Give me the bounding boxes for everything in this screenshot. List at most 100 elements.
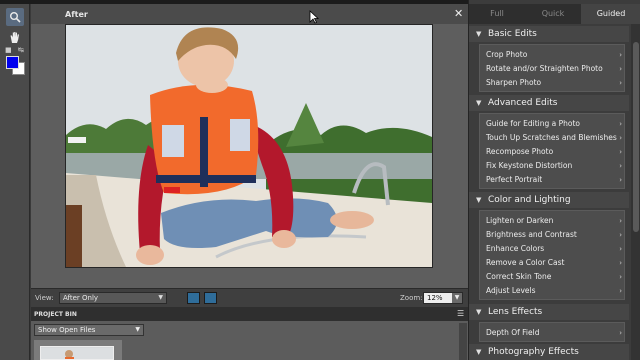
chevron-right-icon: › [619, 259, 622, 267]
guided-item-correct-skin-tone[interactable]: Correct Skin Tone › [486, 270, 622, 284]
item-label: Brightness and Contrast [486, 230, 577, 239]
sync-view-button[interactable] [187, 292, 200, 304]
photo-canvas[interactable] [65, 24, 433, 268]
default-colors-icon[interactable]: ■ [5, 46, 13, 54]
item-label: Remove a Color Cast [486, 258, 565, 267]
tab-quick[interactable]: Quick [525, 4, 581, 24]
basic-edits-list: Crop Photo › Rotate and/or Straighten Pho… [479, 44, 625, 92]
panel-menu-icon[interactable]: ☰ [457, 309, 464, 318]
view-mode-value: After Only [63, 294, 99, 302]
scrollbar-thumb[interactable] [633, 42, 639, 232]
guided-item-depth-of-field[interactable]: Depth Of Field › [486, 326, 622, 340]
project-bin-title: PROJECT BIN [34, 311, 77, 318]
chevron-right-icon: › [619, 65, 622, 73]
guided-item-brightness-contrast[interactable]: Brightness and Contrast › [486, 228, 622, 242]
guided-item-crop-photo[interactable]: Crop Photo › [486, 48, 622, 62]
toolbox: ■ ↹ [0, 4, 30, 360]
hand-tool-button[interactable] [6, 28, 24, 46]
photo-thumbnail[interactable] [40, 346, 114, 360]
chevron-down-icon: ▼ [452, 293, 462, 303]
hand-icon [10, 31, 19, 43]
chevron-right-icon: › [619, 134, 622, 142]
close-icon[interactable]: ✕ [454, 7, 463, 20]
thumbnail-image [41, 348, 113, 359]
item-label: Touch Up Scratches and Blemishes [486, 133, 617, 142]
show-files-select[interactable]: Show Open Files ▼ [34, 324, 144, 336]
view-mode-select[interactable]: After Only ▼ [59, 292, 167, 304]
photo-image [66, 25, 432, 267]
expand-triangle-icon: ▼ [476, 99, 482, 107]
chevron-right-icon: › [619, 120, 622, 128]
tab-guided[interactable]: Guided [581, 4, 640, 24]
guided-item-lighten-darken[interactable]: Lighten or Darken › [486, 214, 622, 228]
lens-effects-list: Depth Of Field › [479, 322, 625, 342]
chevron-right-icon: › [619, 51, 622, 59]
chevron-right-icon: › [619, 148, 622, 156]
color-lighting-list: Lighten or Darken › Brightness and Contra… [479, 210, 625, 300]
section-lens-effects[interactable]: ▼ Lens Effects [469, 304, 629, 320]
expand-triangle-icon: ▼ [476, 308, 482, 316]
view-bar: View: After Only ▼ Zoom: 12% ▼ [31, 288, 468, 307]
zoom-tool-button[interactable] [6, 8, 24, 26]
item-label: Fix Keystone Distortion [486, 161, 573, 170]
item-label: Depth Of Field [486, 328, 540, 337]
chevron-right-icon: › [619, 176, 622, 184]
chevron-right-icon: › [619, 217, 622, 225]
document-title-bar: After ✕ [31, 4, 468, 24]
guided-item-guide-editing[interactable]: Guide for Editing a Photo › [486, 117, 622, 131]
project-bin: PROJECT BIN ☰ Show Open Files ▼ [31, 307, 468, 360]
section-color-lighting[interactable]: ▼ Color and Lighting [469, 192, 629, 208]
section-basic-edits[interactable]: ▼ Basic Edits [469, 26, 629, 42]
chevron-right-icon: › [619, 329, 622, 337]
zoom-level-value: 12% [427, 294, 443, 302]
item-label: Perfect Portrait [486, 175, 543, 184]
foreground-color-swatch[interactable] [6, 56, 19, 69]
item-label: Recompose Photo [486, 147, 554, 156]
section-title: Basic Edits [488, 29, 537, 39]
view-label: View: [35, 294, 54, 302]
item-label: Lighten or Darken [486, 216, 554, 225]
item-label: Guide for Editing a Photo [486, 119, 580, 128]
chevron-right-icon: › [619, 273, 622, 281]
guided-item-keystone[interactable]: Fix Keystone Distortion › [486, 159, 622, 173]
chevron-right-icon: › [619, 287, 622, 295]
document-window: After ✕ [31, 4, 468, 288]
panel-scrollbar[interactable] [631, 24, 640, 360]
edit-mode-tabs: Full Quick Guided [469, 4, 640, 24]
zoom-icon [10, 12, 21, 23]
advanced-edits-list: Guide for Editing a Photo › Touch Up Scra… [479, 113, 625, 189]
project-bin-scrollbar[interactable] [459, 323, 467, 360]
guided-item-touch-up[interactable]: Touch Up Scratches and Blemishes › [486, 131, 622, 145]
chevron-right-icon: › [619, 79, 622, 87]
zoom-level-select[interactable]: 12% ▼ [423, 292, 463, 304]
chevron-down-icon: ▼ [158, 294, 163, 301]
guided-item-perfect-portrait[interactable]: Perfect Portrait › [486, 173, 622, 187]
chevron-right-icon: › [619, 231, 622, 239]
chevron-right-icon: › [619, 245, 622, 253]
guided-item-rotate-straighten[interactable]: Rotate and/or Straighten Photo › [486, 62, 622, 76]
item-label: Sharpen Photo [486, 78, 542, 87]
guided-item-recompose[interactable]: Recompose Photo › [486, 145, 622, 159]
item-label: Enhance Colors [486, 244, 545, 253]
section-photography-effects[interactable]: ▼ Photography Effects [469, 344, 629, 360]
guided-item-remove-color-cast[interactable]: Remove a Color Cast › [486, 256, 622, 270]
section-title: Color and Lighting [488, 195, 571, 205]
expand-triangle-icon: ▼ [476, 348, 482, 356]
show-files-value: Show Open Files [38, 326, 96, 334]
edit-panel: Full Quick Guided ▼ Basic Edits Crop Pho… [468, 0, 640, 360]
expand-triangle-icon: ▼ [476, 196, 482, 204]
guided-item-enhance-colors[interactable]: Enhance Colors › [486, 242, 622, 256]
zoom-label: Zoom: [400, 294, 423, 302]
section-title: Lens Effects [488, 307, 543, 317]
section-title: Photography Effects [488, 347, 579, 357]
sync-zoom-button[interactable] [204, 292, 217, 304]
guided-item-adjust-levels[interactable]: Adjust Levels › [486, 284, 622, 298]
chevron-right-icon: › [619, 162, 622, 170]
chevron-down-icon: ▼ [135, 326, 140, 333]
tab-full[interactable]: Full [469, 4, 525, 24]
item-label: Rotate and/or Straighten Photo [486, 64, 603, 73]
section-advanced-edits[interactable]: ▼ Advanced Edits [469, 95, 629, 111]
swap-colors-icon[interactable]: ↹ [18, 46, 26, 54]
item-label: Crop Photo [486, 50, 528, 59]
guided-item-sharpen-photo[interactable]: Sharpen Photo › [486, 76, 622, 90]
